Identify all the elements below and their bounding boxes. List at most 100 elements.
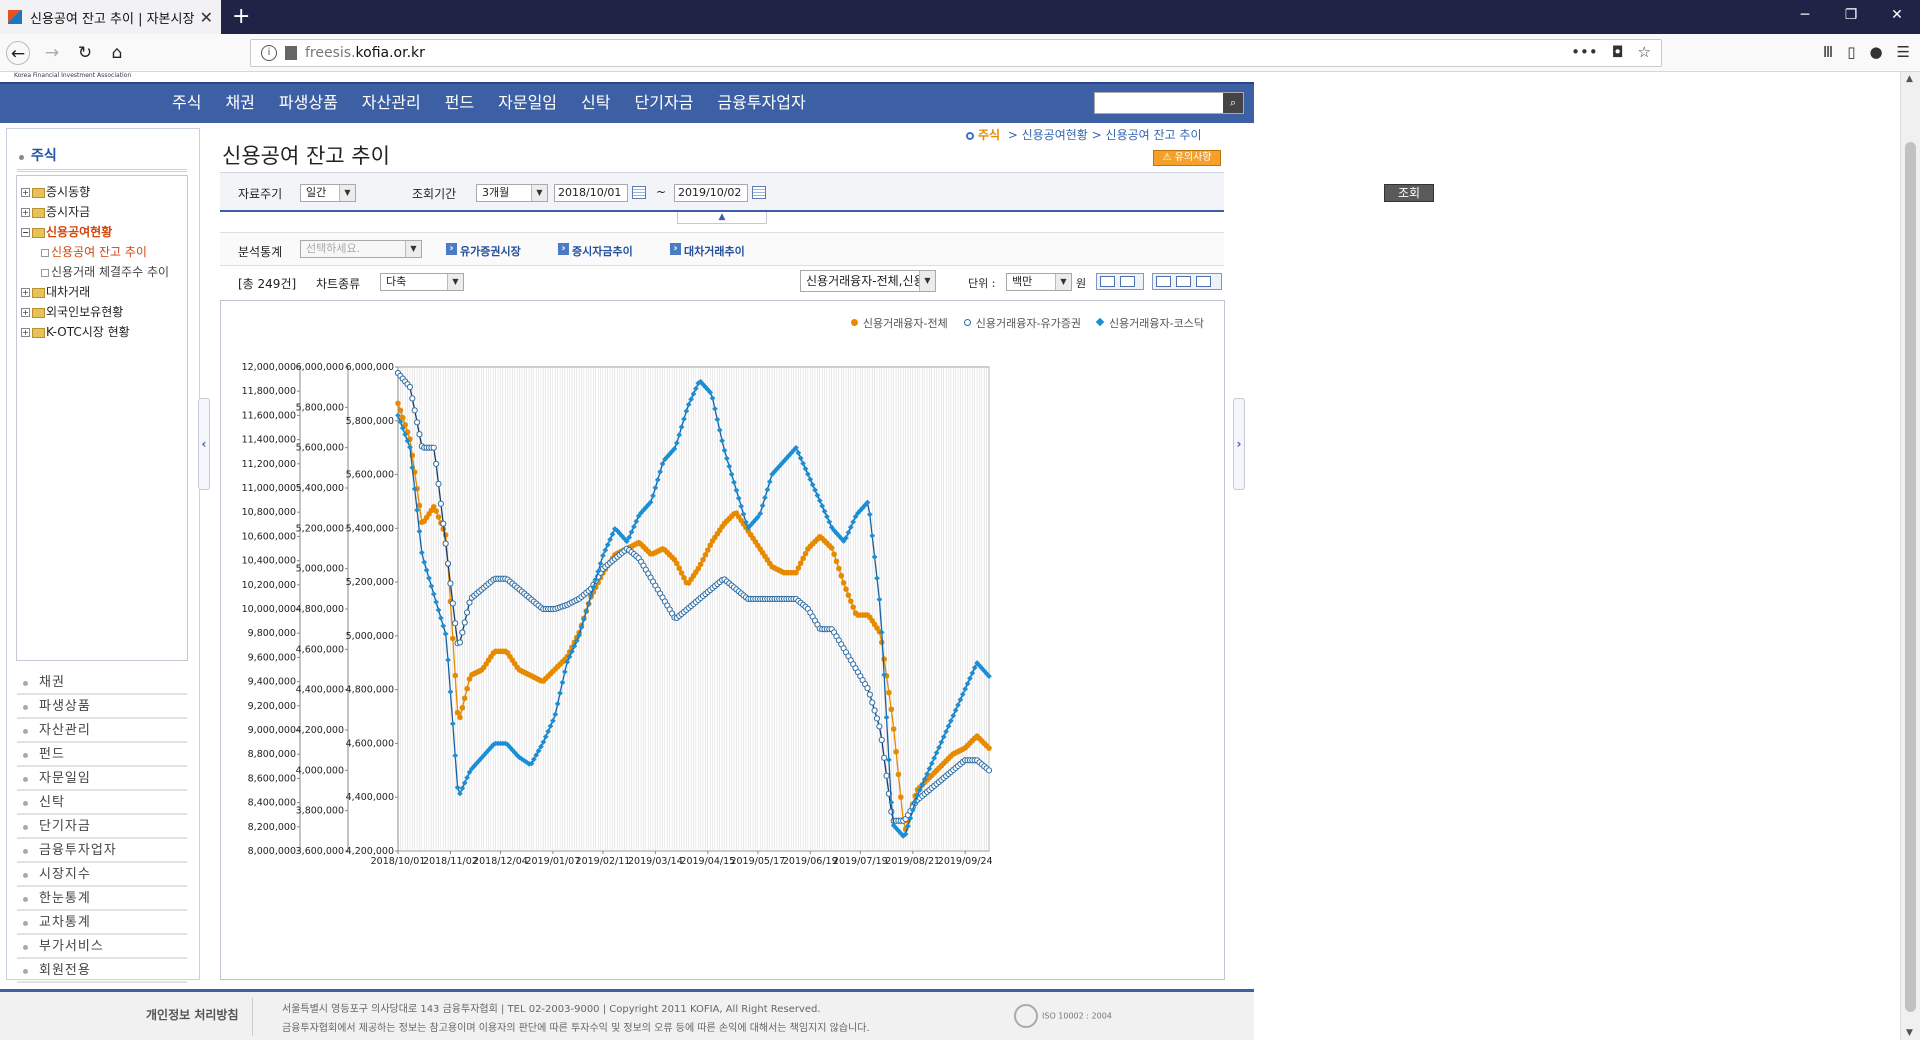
expand-icon[interactable]: + (21, 288, 30, 297)
minimize-icon[interactable]: ─ (1782, 0, 1828, 34)
layout-1-icon[interactable] (1156, 276, 1171, 287)
link-fund-trend[interactable]: 증시자금추이 (558, 243, 633, 259)
gnb-item[interactable]: 신탁 (569, 84, 622, 122)
collapse-panel-button[interactable]: ▲ (677, 212, 767, 224)
chart-type-select[interactable]: 다축 ▼ (380, 273, 464, 291)
sidebar-menu-item[interactable]: 금융투자업자 (17, 839, 187, 863)
sidebar-menu-item[interactable]: 펀드 (17, 743, 187, 767)
end-date-input[interactable]: 2019/10/02 (674, 184, 748, 202)
sidebar-tree-item[interactable]: + 증시동향 (21, 182, 183, 202)
reload-icon[interactable]: ↻ (73, 41, 97, 65)
sidebar-menu-item[interactable]: 부가서비스 (17, 935, 187, 959)
start-date-input[interactable]: 2018/10/01 (554, 184, 628, 202)
chevron-down-icon: ▼ (919, 271, 935, 291)
link-lending-trend[interactable]: 대차거래추이 (670, 243, 745, 259)
sidebar-menu-item[interactable]: 자문일임 (17, 767, 187, 791)
hamburger-menu-icon[interactable]: ☰ (1897, 43, 1910, 61)
y-tick-label: 10,400,000 (242, 556, 296, 567)
more-actions-icon[interactable]: ••• (1571, 43, 1598, 61)
sidebar-toggle-icon[interactable]: ▯ (1847, 43, 1855, 61)
sidebar-tree-label: 외국인보유현황 (46, 305, 124, 319)
series-select[interactable]: 신용거래융자-전체,신용거래융자-유가증권,신용거래융자-코스닥▼ (800, 270, 936, 292)
expand-icon[interactable]: + (21, 208, 30, 217)
layout-toggle[interactable] (1152, 273, 1222, 290)
range-select[interactable]: 3개월 ▼ (476, 184, 548, 202)
analysis-select[interactable]: 선택하세요. ▼ (300, 240, 422, 258)
gnb-item[interactable]: 자산관리 (350, 84, 433, 122)
bookmark-star-icon[interactable]: ☆ (1638, 43, 1651, 61)
layout-3-icon[interactable] (1196, 276, 1211, 287)
sidebar-menu-item[interactable]: 파생상품 (17, 695, 187, 719)
bar-chart-icon[interactable] (1100, 276, 1115, 287)
site-search-input[interactable]: ⌕ (1094, 92, 1244, 114)
gnb-item[interactable]: 파생상품 (267, 84, 350, 122)
calendar-icon[interactable] (752, 186, 766, 199)
browser-tab[interactable]: 신용공여 잔고 추이 | 자본시장 ✕ (0, 0, 221, 34)
sidebar-menu-item[interactable]: 회원전용 (17, 959, 187, 983)
back-icon[interactable]: ← (6, 41, 30, 65)
sidebar-tree-item[interactable]: + 증시자금 (21, 202, 183, 222)
sidebar-tree-item[interactable]: + 대차거래 (21, 282, 183, 302)
gnb-item[interactable]: 채권 (213, 84, 266, 122)
x-tick-label: 2019/08/21 (885, 856, 940, 867)
y-tick-label: 4,400,000 (346, 792, 394, 803)
scrollbar-thumb[interactable] (1905, 142, 1916, 1012)
account-icon[interactable]: ● (1869, 43, 1882, 61)
pocket-icon[interactable]: ◘ (1612, 43, 1624, 61)
gnb-item[interactable]: 단기자금 (622, 84, 705, 122)
calendar-icon[interactable] (632, 186, 646, 199)
info-icon[interactable]: i (261, 45, 277, 61)
layout-2-icon[interactable] (1176, 276, 1191, 287)
gnb-item[interactable]: 자문일임 (486, 84, 569, 122)
series-2-point (866, 691, 873, 698)
period-select[interactable]: 일간 ▼ (300, 184, 356, 202)
new-tab-icon[interactable]: + (232, 4, 250, 29)
scroll-down-icon[interactable]: ▼ (1906, 1028, 1913, 1038)
search-icon[interactable]: ⌕ (1223, 93, 1243, 113)
breadcrumb-mid[interactable]: 신용공여현황 (1022, 128, 1088, 142)
x-tick-label: 2019/09/24 (938, 856, 993, 867)
sidebar-tree-item[interactable]: + 외국인보유현황 (21, 302, 183, 322)
sidebar-menu-item[interactable]: 교차통계 (17, 911, 187, 935)
home-icon[interactable]: ⌂ (105, 41, 129, 65)
scroll-up-icon[interactable]: ▲ (1906, 74, 1913, 84)
address-bar[interactable]: i freesis.kofia.or.kr ••• ◘ ☆ (250, 39, 1662, 67)
sidebar-tree-item[interactable]: − 신용공여현황 (21, 222, 183, 242)
caution-button[interactable]: ⚠ 유의사항 (1153, 150, 1221, 166)
gnb-item[interactable]: 펀드 (433, 84, 486, 122)
collapse-right-handle[interactable]: › (1233, 398, 1245, 490)
series-1-point (831, 551, 837, 558)
privacy-link[interactable]: 개인정보 처리방침 (146, 1006, 239, 1023)
expand-icon[interactable]: + (21, 328, 30, 337)
library-icon[interactable]: Ⅲ (1823, 43, 1833, 61)
sidebar-tree-item[interactable]: + K-OTC시장 현황 (21, 322, 183, 342)
forward-icon[interactable]: → (40, 41, 64, 65)
chart-view-toggle[interactable] (1096, 273, 1144, 290)
close-tab-icon[interactable]: ✕ (200, 8, 213, 27)
collapse-left-handle[interactable]: ‹ (198, 398, 210, 490)
link-kospi-market[interactable]: 유가증권시장 (446, 243, 521, 259)
close-window-icon[interactable]: ✕ (1874, 0, 1920, 34)
chevron-down-icon: ▼ (531, 185, 547, 201)
sidebar-menu-item[interactable]: 채권 (17, 671, 187, 695)
unit-select[interactable]: 백만 ▼ (1006, 273, 1072, 291)
restore-icon[interactable]: ❐ (1828, 0, 1874, 34)
line-chart-icon[interactable] (1120, 276, 1135, 287)
sidebar-menu-item[interactable]: 자산관리 (17, 719, 187, 743)
expand-icon[interactable]: + (21, 188, 30, 197)
sidebar-tree-item[interactable]: 신용공여 잔고 추이 (21, 242, 183, 262)
expand-icon[interactable]: + (21, 308, 30, 317)
gnb-item[interactable]: 금융투자업자 (705, 84, 817, 122)
sidebar-menu-item[interactable]: 신탁 (17, 791, 187, 815)
page-scrollbar[interactable]: ▲ ▼ (1900, 72, 1920, 1040)
breadcrumb-root[interactable]: 주식 (978, 128, 1000, 142)
search-button[interactable]: 조회 (1384, 184, 1434, 202)
sidebar-tree-item[interactable]: 신용거래 체결주수 추이 (21, 262, 183, 282)
y-tick-label: 11,400,000 (242, 435, 296, 446)
gnb-item[interactable]: 주식 (160, 84, 213, 122)
sidebar-menu-item[interactable]: 단기자금 (17, 815, 187, 839)
collapse-icon[interactable]: − (21, 228, 30, 237)
sidebar-menu-item[interactable]: 시장지수 (17, 863, 187, 887)
sidebar-top-title[interactable]: 주식 (17, 148, 57, 164)
sidebar-menu-item[interactable]: 한눈통계 (17, 887, 187, 911)
